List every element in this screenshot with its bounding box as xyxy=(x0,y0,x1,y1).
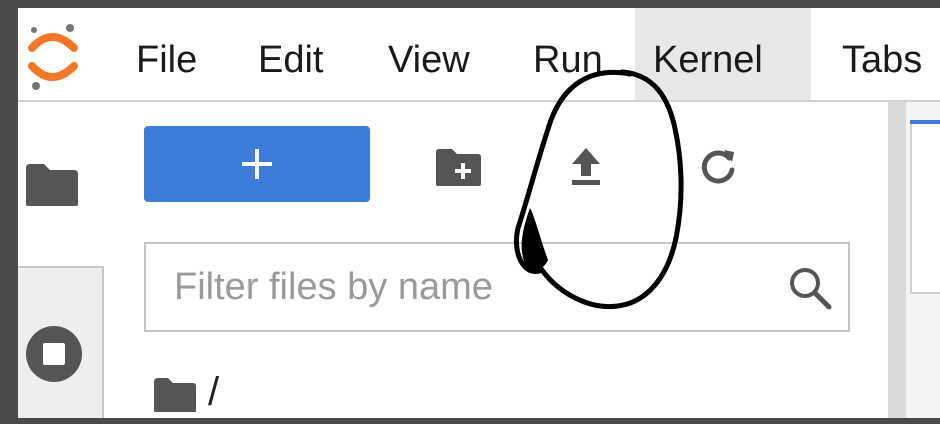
panel-resize-handle[interactable] xyxy=(888,102,906,418)
menu-kernel[interactable]: Kernel xyxy=(635,8,811,100)
activity-sidebar-lower xyxy=(18,266,104,418)
new-launcher-button[interactable] xyxy=(144,126,370,202)
jupyterlab-window: File Edit View Run Kernel Tabs Filter fi… xyxy=(18,8,940,418)
stop-circle-icon[interactable] xyxy=(24,324,84,384)
main-area-edge xyxy=(906,102,940,418)
active-tab-indicator xyxy=(910,120,940,124)
folder-icon[interactable] xyxy=(152,376,198,414)
refresh-icon[interactable] xyxy=(688,140,748,192)
breadcrumb-root[interactable]: / xyxy=(208,370,219,415)
filter-files-input[interactable] xyxy=(160,244,784,330)
plus-icon xyxy=(242,149,272,179)
menu-file[interactable]: File xyxy=(118,8,215,100)
menu-view[interactable]: View xyxy=(370,8,488,100)
folder-icon[interactable] xyxy=(24,162,80,208)
upload-icon[interactable] xyxy=(556,140,616,192)
menu-edit[interactable]: Edit xyxy=(240,8,341,100)
filter-files-box xyxy=(144,242,850,332)
file-browser-panel: / xyxy=(104,102,888,418)
main-tab-panel xyxy=(910,124,940,294)
new-folder-icon[interactable] xyxy=(430,140,490,192)
jupyter-logo-icon xyxy=(28,24,78,90)
search-icon xyxy=(790,268,832,310)
menu-run[interactable]: Run xyxy=(515,8,621,100)
menu-bar: File Edit View Run Kernel Tabs xyxy=(18,8,940,102)
menu-tabs[interactable]: Tabs xyxy=(824,8,940,100)
